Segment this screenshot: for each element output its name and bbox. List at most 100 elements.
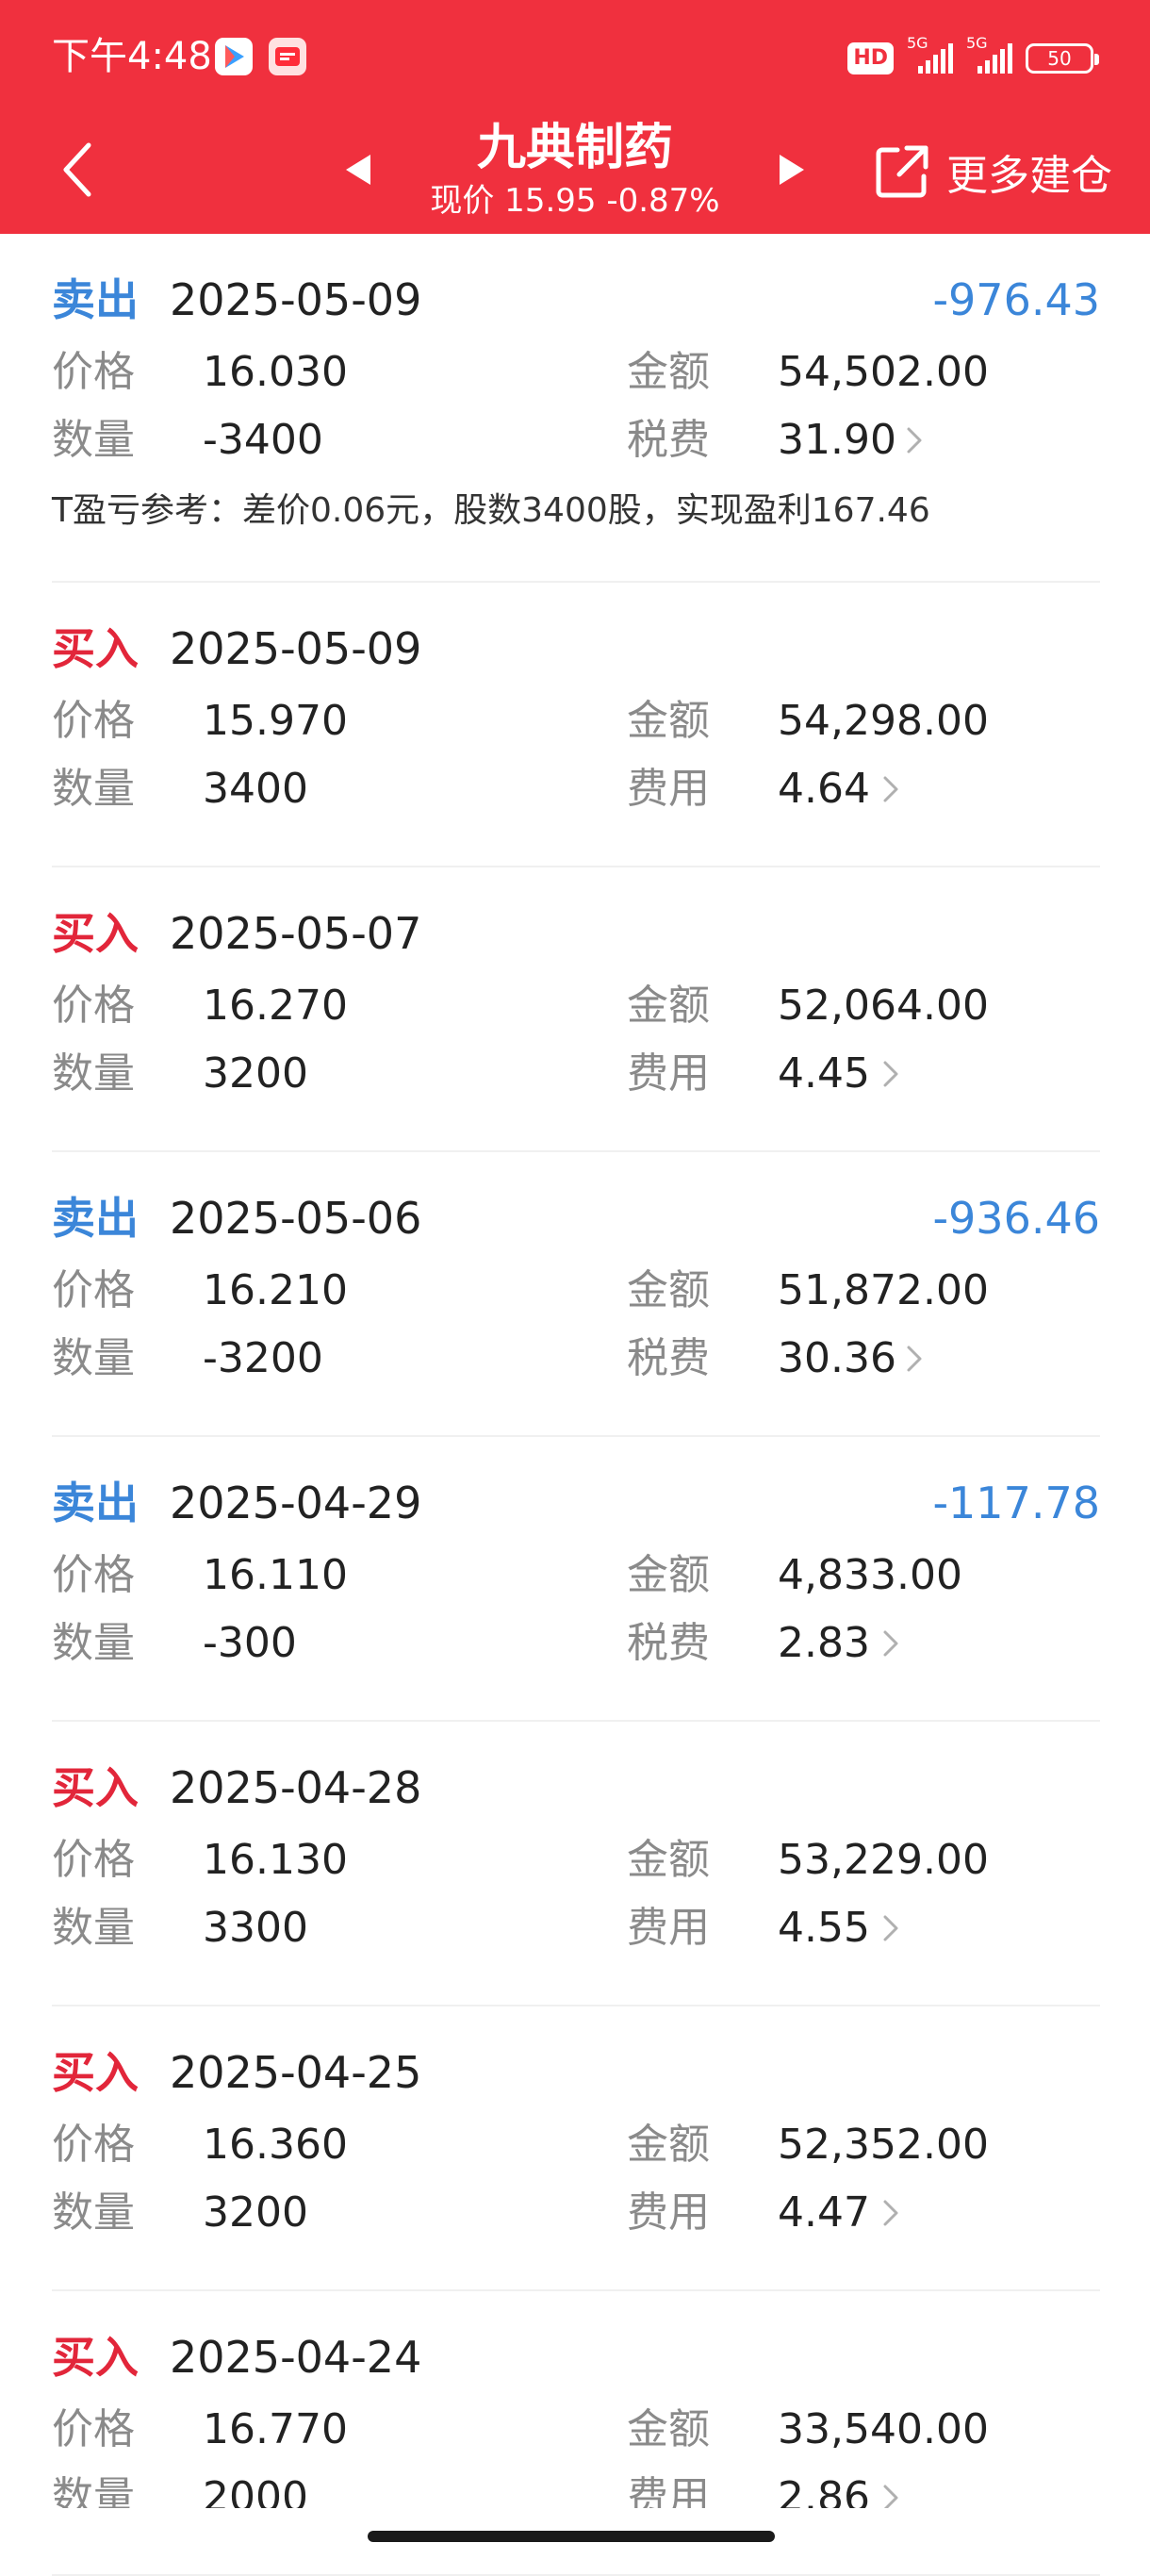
triangle-right-icon — [780, 155, 804, 185]
trade-type: 卖出 — [52, 1478, 139, 1528]
amount-label: 金额 — [627, 2121, 710, 2169]
chevron-right-icon[interactable] — [881, 2199, 900, 2227]
amount-label: 金额 — [627, 1551, 710, 1599]
chevron-right-icon[interactable] — [905, 426, 924, 454]
status-indicators: HD 5G 5G 50 — [847, 34, 1099, 79]
qty-value: 3400 — [203, 765, 308, 813]
price-label: 价格 — [52, 1836, 135, 1884]
trade-pnl: -936.46 — [932, 1193, 1100, 1244]
fee-value[interactable]: 30.36 — [778, 1331, 896, 1386]
trade-type: 买入 — [52, 2047, 139, 2098]
price-label: 价格 — [52, 2121, 135, 2169]
nav-bar: 九典制药 现价 15.95 -0.87% 更多建仓 — [0, 113, 1150, 234]
trade-pnl: -976.43 — [932, 274, 1100, 325]
price-value: 16.270 — [203, 982, 348, 1030]
trade-record[interactable]: 买入 2025-04-28 价格 16.130 金额 53,229.00 数量 3300 费用 4… — [52, 1722, 1100, 2006]
qty-value: 3300 — [203, 1904, 308, 1952]
amount-label: 金额 — [627, 697, 710, 745]
qty-value: -300 — [203, 1619, 297, 1667]
amount-value: 54,298.00 — [778, 697, 989, 745]
qty-label: 数量 — [52, 1904, 135, 1952]
fee-value[interactable]: 31.90 — [778, 413, 896, 468]
trade-type: 买入 — [52, 908, 139, 959]
trade-record[interactable]: 卖出 2025-05-09 -976.43 价格 16.030 金额 54,502.00 数量… — [52, 234, 1100, 583]
trade-pnl: -117.78 — [932, 1478, 1100, 1528]
price-value: 16.210 — [203, 1266, 348, 1314]
amount-value: 4,833.00 — [778, 1551, 962, 1599]
trade-date: 2025-04-25 — [170, 2047, 422, 2098]
qty-label: 数量 — [52, 416, 135, 464]
qty-label: 数量 — [52, 1334, 135, 1382]
trade-date: 2025-04-29 — [170, 1478, 422, 1528]
fee-value[interactable]: 4.45 — [778, 1047, 870, 1101]
trade-record[interactable]: 买入 2025-05-07 价格 16.270 金额 52,064.00 数量 3200 费用 4… — [52, 867, 1100, 1152]
back-button[interactable] — [49, 132, 106, 207]
price-value: 16.130 — [203, 1836, 348, 1884]
qty-label: 数量 — [52, 1049, 135, 1098]
fee-label: 税费 — [627, 1619, 710, 1667]
trade-date: 2025-05-09 — [170, 623, 422, 674]
amount-value: 54,502.00 — [778, 348, 989, 396]
fee-value[interactable]: 2.83 — [778, 1616, 870, 1671]
price-label: 价格 — [52, 697, 135, 745]
current-price: 现价 15.95 -0.87% — [430, 182, 720, 220]
fee-label: 税费 — [627, 1334, 710, 1382]
qty-value: -3200 — [203, 1334, 323, 1382]
hd-icon: HD — [847, 42, 894, 74]
qty-label: 数量 — [52, 1619, 135, 1667]
signal-icon-2: 5G — [966, 34, 1012, 74]
fee-label: 费用 — [627, 765, 710, 813]
price-label: 价格 — [52, 1266, 135, 1314]
qty-value: 3200 — [203, 2188, 308, 2237]
qty-value: 3200 — [203, 1049, 308, 1098]
amount-label: 金额 — [627, 1266, 710, 1314]
share-external-icon — [876, 145, 928, 198]
trade-record[interactable]: 买入 2025-04-25 价格 16.360 金额 52,352.00 数量 3200 费用 4… — [52, 2006, 1100, 2291]
fee-label: 税费 — [627, 416, 710, 464]
amount-label: 金额 — [627, 982, 710, 1030]
trade-type: 买入 — [52, 1762, 139, 1813]
fee-label: 费用 — [627, 1049, 710, 1098]
chevron-right-icon[interactable] — [881, 775, 900, 803]
trade-type: 买入 — [52, 623, 139, 674]
app-header: 下午4:48 HD 5G 5G 50 九典制药 现价 15.95 -0.87% … — [0, 0, 1150, 234]
fee-label: 费用 — [627, 1904, 710, 1952]
chevron-left-icon — [63, 142, 91, 197]
price-value: 16.770 — [203, 2405, 348, 2453]
fee-value[interactable]: 4.47 — [778, 2186, 870, 2240]
price-label: 价格 — [52, 1551, 135, 1599]
fee-label: 费用 — [627, 2188, 710, 2237]
price-label: 价格 — [52, 982, 135, 1030]
home-indicator[interactable] — [368, 2531, 775, 2542]
chevron-right-icon[interactable] — [881, 1629, 900, 1658]
t-profit-note: T盈亏参考：差价0.06元，股数3400股，实现盈利167.46 — [52, 491, 930, 530]
fee-value[interactable]: 4.55 — [778, 1901, 870, 1956]
price-value: 16.030 — [203, 348, 348, 396]
status-time: 下午4:48 — [52, 35, 212, 78]
stock-name: 九典制药 — [476, 120, 673, 176]
qty-value: -3400 — [203, 416, 323, 464]
chevron-right-icon[interactable] — [881, 1914, 900, 1942]
trade-date: 2025-05-09 — [170, 274, 422, 325]
more-positions-button[interactable]: 更多建仓 — [873, 134, 1112, 209]
price-value: 16.360 — [203, 2121, 348, 2169]
trade-date: 2025-04-24 — [170, 2332, 422, 2383]
next-stock-button[interactable] — [768, 143, 815, 196]
price-value: 15.970 — [203, 697, 348, 745]
price-label: 价格 — [52, 348, 135, 396]
qty-label: 数量 — [52, 2188, 135, 2237]
signal-icon: 5G — [907, 34, 953, 74]
amount-value: 51,872.00 — [778, 1266, 989, 1314]
status-bar: 下午4:48 HD 5G 5G 50 — [0, 0, 1150, 113]
amount-value: 52,352.00 — [778, 2121, 989, 2169]
trade-record[interactable]: 卖出 2025-05-06 -936.46 价格 16.210 金额 51,872.00 数量… — [52, 1152, 1100, 1437]
price-value: 16.110 — [203, 1551, 348, 1599]
trade-record[interactable]: 买入 2025-05-09 价格 15.970 金额 54,298.00 数量 3400 费用 4… — [52, 583, 1100, 867]
chevron-right-icon[interactable] — [905, 1345, 924, 1373]
amount-label: 金额 — [627, 2405, 710, 2453]
trade-record[interactable]: 卖出 2025-04-29 -117.78 价格 16.110 金额 4,833.00 数量 -… — [52, 1437, 1100, 1722]
trade-type: 卖出 — [52, 274, 139, 325]
chevron-right-icon[interactable] — [881, 1060, 900, 1088]
video-app-icon — [215, 38, 253, 75]
fee-value[interactable]: 4.64 — [778, 762, 870, 817]
